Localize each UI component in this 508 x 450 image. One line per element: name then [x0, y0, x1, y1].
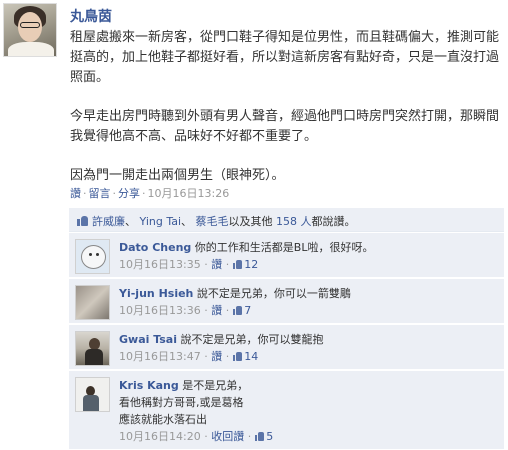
separator: · [83, 187, 87, 200]
comment-item: Gwai Tsai 說不定是兄弟，你可以雙龍抱 10月16日13:47 · 讚 … [69, 325, 504, 370]
commenter-name[interactable]: Gwai Tsai [119, 333, 177, 346]
comment-like-count[interactable]: 7 [244, 304, 251, 317]
likes-middle-text: 以及其他 [228, 215, 277, 228]
like-link[interactable]: 讚 [70, 187, 81, 200]
commenter-avatar[interactable] [75, 331, 110, 366]
commenter-name[interactable]: Yi-jun Hsieh [119, 287, 193, 300]
post-paragraph: 租屋處搬來一新房客，從門口鞋子得知是位男性，而且鞋碼偏大，推測可能挺高的，加上他… [70, 30, 500, 85]
likes-suffix: 都說讚。 [311, 215, 356, 228]
comment-content: Gwai Tsai 說不定是兄弟，你可以雙龍抱 10月16日13:47 · 讚 … [119, 331, 497, 365]
thumbs-up-icon [233, 306, 243, 315]
thumbs-up-icon [77, 215, 89, 226]
comment-text: 應該就能水落石出 [119, 413, 207, 426]
separator: · [112, 187, 117, 200]
comment-text: 看他稱對方哥哥,或是葛格 [119, 396, 244, 409]
thumbs-up-icon [233, 352, 243, 361]
comment-content: Dato Cheng 你的工作和生活都是BL啦，很好呀。 10月16日13:35… [119, 239, 497, 273]
liker-link[interactable]: 蔡毛毛 [196, 215, 229, 228]
avatar-glasses [20, 22, 40, 28]
comment-meta: 10月16日14:20 · 收回讚 · 5 [119, 430, 274, 443]
liker-link[interactable]: 許威廉 [92, 215, 125, 228]
comment-text: 說不定是兄弟，你可以雙龍抱 [180, 333, 324, 346]
comment-meta: 10月16日13:47 · 讚 · 14 [119, 350, 259, 363]
likes-summary: 許威廉、 Ying Tai、 蔡毛毛以及其他 158 人都說讚。 [69, 208, 504, 232]
commenter-name[interactable]: Dato Cheng [119, 241, 191, 254]
comment-text: 你的工作和生活都是BL啦，很好呀。 [194, 241, 374, 254]
comment-content: Kris Kang 是不是兄弟， 看他稱對方哥哥,或是葛格 應該就能水落石出 1… [119, 377, 497, 445]
likes-others-link[interactable]: 158 人 [276, 215, 312, 228]
commenter-name[interactable]: Kris Kang [119, 379, 179, 392]
comment-timestamp[interactable]: 10月16日13:35 [119, 258, 201, 271]
cartoon-head-icon [81, 245, 106, 269]
avatar-body [85, 349, 103, 365]
separator: · [142, 187, 146, 200]
comment-text: 是不是兄弟， [182, 379, 249, 392]
comment-item: Dato Cheng 你的工作和生活都是BL啦，很好呀。 10月16日13:35… [69, 233, 504, 278]
post-actions: 讚 · 留言 · 分享 · 10月16日13:26 [70, 185, 229, 201]
avatar-body [83, 395, 99, 411]
author-avatar[interactable] [3, 3, 57, 57]
comment-like-link[interactable]: 讚 [211, 350, 222, 363]
thumbs-up-icon [255, 432, 265, 441]
liker-separator: 、 [125, 215, 140, 228]
comment-text: 說不定是兄弟，你可以一箭雙鵰 [196, 287, 351, 300]
cartoon-eye [89, 253, 92, 256]
comment-like-count[interactable]: 5 [266, 430, 273, 443]
comment-meta: 10月16日13:36 · 讚 · 7 [119, 304, 252, 317]
share-link[interactable]: 分享 [118, 187, 140, 200]
commenter-avatar[interactable] [75, 239, 110, 274]
commenter-avatar[interactable] [75, 377, 110, 412]
avatar-shirt [8, 42, 54, 56]
post-paragraph: 今早走出房門時聽到外頭有男人聲音，經過他門口時房門突然打開，那瞬間我覺得他高不高… [70, 109, 500, 144]
comment-timestamp[interactable]: 10月16日13:47 [119, 350, 201, 363]
post-timestamp[interactable]: 10月16日13:26 [148, 187, 230, 200]
comment-link[interactable]: 留言 [89, 187, 111, 200]
comment-like-count[interactable]: 14 [244, 350, 258, 363]
comment-content: Yi-jun Hsieh 說不定是兄弟，你可以一箭雙鵰 10月16日13:36 … [119, 285, 497, 319]
liker-separator: 、 [181, 215, 196, 228]
thumbs-up-icon [233, 260, 243, 269]
post-author-name[interactable]: 丸鳥茵 [70, 6, 112, 26]
post-paragraph: 因為門一開走出兩個男生（眼神死）。 [70, 168, 285, 183]
comment-meta: 10月16日13:35 · 讚 · 12 [119, 258, 259, 271]
comment-like-link[interactable]: 讚 [211, 304, 222, 317]
liker-link[interactable]: Ying Tai [140, 215, 182, 228]
comment-like-count[interactable]: 12 [244, 258, 258, 271]
comment-timestamp[interactable]: 10月16日14:20 [119, 430, 201, 443]
post-body: 租屋處搬來一新房客，從門口鞋子得知是位男性，而且鞋碼偏大，推測可能挺高的，加上他… [70, 28, 502, 186]
commenter-avatar[interactable] [75, 285, 110, 320]
comment-like-link[interactable]: 讚 [211, 258, 222, 271]
comment-item: Yi-jun Hsieh 說不定是兄弟，你可以一箭雙鵰 10月16日13:36 … [69, 279, 504, 324]
comment-unlike-link[interactable]: 收回讚 [211, 430, 244, 443]
comment-item: Kris Kang 是不是兄弟， 看他稱對方哥哥,或是葛格 應該就能水落石出 1… [69, 371, 504, 450]
cartoon-eye [96, 253, 99, 256]
comment-timestamp[interactable]: 10月16日13:36 [119, 304, 201, 317]
